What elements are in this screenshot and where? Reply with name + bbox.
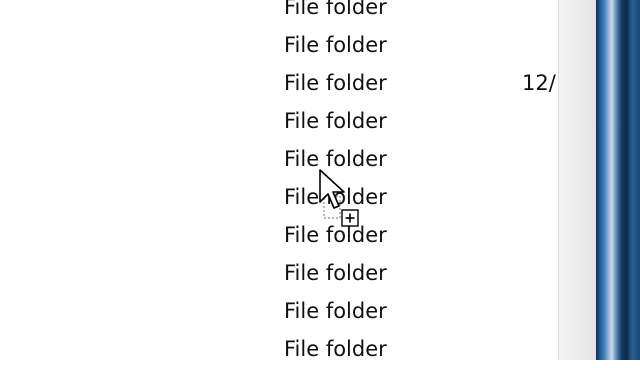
file-type-cell: File folder xyxy=(284,223,387,247)
file-row[interactable]: File folder xyxy=(0,102,560,140)
adjacent-pane xyxy=(558,0,599,360)
file-type-cell: File folder xyxy=(284,71,387,95)
window-border xyxy=(596,0,640,360)
file-date-cell: 12/ xyxy=(522,71,556,95)
file-row[interactable]: File folder xyxy=(0,178,560,216)
file-type-cell: File folder xyxy=(284,33,387,57)
file-row[interactable]: File folder xyxy=(0,216,560,254)
file-type-cell: File folder xyxy=(284,299,387,323)
file-type-cell: File folder xyxy=(284,261,387,285)
file-row[interactable]: File folder 12/ xyxy=(0,64,560,102)
file-type-cell: File folder xyxy=(284,109,387,133)
file-row[interactable]: File folder xyxy=(0,0,560,26)
file-list: File folder File folder File folder 12/ … xyxy=(0,0,560,361)
file-row[interactable]: File folder xyxy=(0,254,560,292)
file-type-cell: File folder xyxy=(284,147,387,171)
file-type-cell: File folder xyxy=(284,0,387,19)
file-row[interactable]: File folder xyxy=(0,26,560,64)
file-row[interactable]: File folder xyxy=(0,140,560,178)
file-type-cell: File folder xyxy=(284,337,387,361)
file-row[interactable]: File folder xyxy=(0,330,560,368)
file-row[interactable]: File folder xyxy=(0,292,560,330)
file-type-cell: File folder xyxy=(284,185,387,209)
